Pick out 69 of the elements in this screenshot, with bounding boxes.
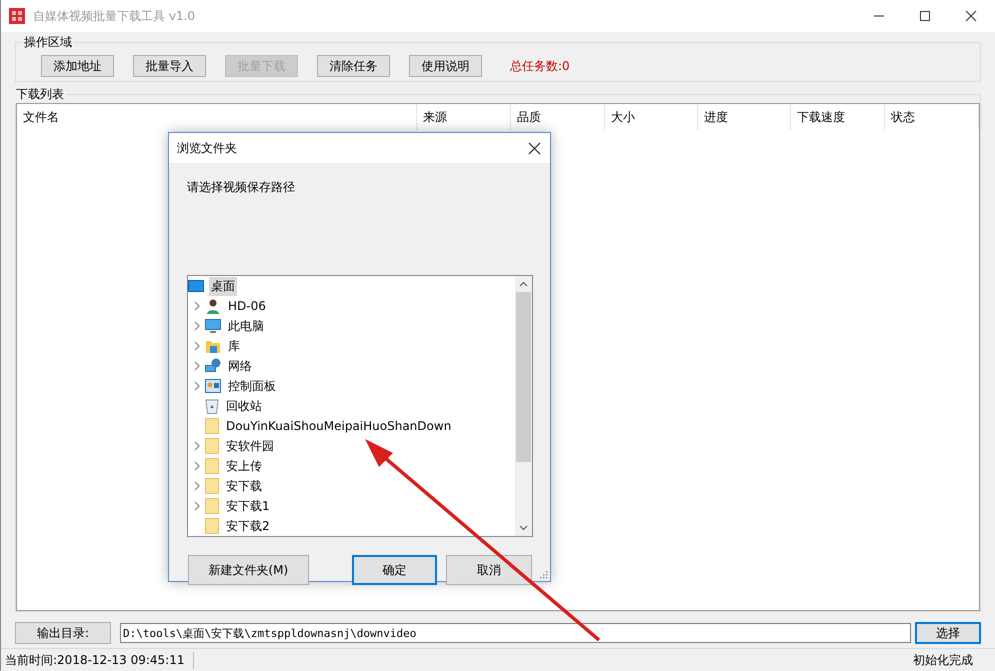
folder-icon [205,478,219,494]
column-header[interactable]: 大小 [605,104,698,130]
dialog-title: 浏览文件夹 [177,140,237,156]
chevron-icon[interactable] [193,501,201,511]
output-dir-button[interactable]: 输出目录: [15,622,111,644]
scroll-up-icon[interactable] [519,281,528,287]
status-message: 初始化完成 [913,652,974,668]
folder-icon [205,518,219,534]
recycle-bin-icon [205,398,219,414]
close-icon[interactable] [528,142,541,154]
folder-icon [205,498,219,514]
group-title: 操作区域 [23,34,73,51]
network-icon [205,358,221,374]
chevron-icon[interactable] [193,381,201,391]
dialog-button[interactable]: 取消 [446,555,532,585]
tree-item[interactable]: 桌面 [209,276,237,296]
folder-icon [205,438,219,454]
scrollbar[interactable] [515,276,532,536]
toolbar-button[interactable]: 添加地址 [41,55,114,77]
close-icon[interactable] [965,10,977,22]
folder-icon [205,418,219,434]
library-icon [205,338,221,354]
chevron-icon[interactable] [193,301,201,311]
tree-item[interactable]: DouYinKuaiShouMeipaiHuoShanDown [224,418,454,434]
toolbar-button[interactable]: 批量导入 [133,55,206,77]
tree-item[interactable]: 库 [226,336,242,356]
dialog-prompt: 请选择视频保存路径 [186,179,296,196]
choose-button[interactable]: 选择 [915,622,981,644]
scroll-down-icon[interactable] [519,525,528,531]
group-title: 下载列表 [15,86,65,103]
desktop-icon [188,279,204,293]
window-title: 自媒体视频批量下载工具 v1.0 [33,8,195,24]
column-header[interactable]: 进度 [698,104,791,130]
tree-item[interactable]: 安下载1 [224,496,272,516]
resize-grip-icon[interactable] [539,570,548,579]
chevron-icon[interactable] [193,441,201,451]
tree-item[interactable]: 安软件园 [224,436,276,456]
column-header[interactable]: 文件名 [17,104,417,130]
chevron-icon[interactable] [193,341,201,351]
control-panel-icon [205,379,221,393]
column-header[interactable]: 状态 [885,104,979,130]
chevron-icon[interactable] [193,481,201,491]
maximize-icon[interactable] [919,10,931,22]
output-dir-field[interactable]: D:\tools\桌面\安下载\zmtsppldownasnj\downvideo [120,623,911,643]
column-header[interactable]: 下载速度 [791,104,885,130]
status-time: 当前时间:2018-12-13 09:45:11 [5,652,194,668]
chevron-icon[interactable] [193,321,201,331]
column-header[interactable]: 品质 [511,104,605,130]
folder-icon [205,458,219,474]
tree-item[interactable]: 控制面板 [226,376,278,396]
tree-item[interactable]: 回收站 [224,396,264,416]
monitor-icon [205,318,221,334]
chevron-icon[interactable] [193,361,201,371]
toolbar-button[interactable]: 清除任务 [317,55,390,77]
task-count: 总任务数:0 [510,58,570,74]
toolbar-button[interactable]: 使用说明 [409,55,482,77]
dialog-button[interactable]: 确定 [352,555,438,585]
tree-item[interactable]: 此电脑 [226,316,266,336]
column-header[interactable]: 来源 [417,104,511,130]
tree-item[interactable]: 安下载 [224,476,264,496]
user-icon [205,298,221,314]
tree-item[interactable]: 安下载2 [224,516,272,536]
tree-item[interactable]: 安上传 [224,456,264,476]
tree-item[interactable]: 网络 [226,356,254,376]
tree-item[interactable]: HD-06 [226,298,268,314]
scroll-thumb[interactable] [516,292,531,462]
app-logo-icon [9,8,25,24]
chevron-icon[interactable] [193,461,201,471]
dialog-button[interactable]: 新建文件夹(M) [188,555,309,585]
